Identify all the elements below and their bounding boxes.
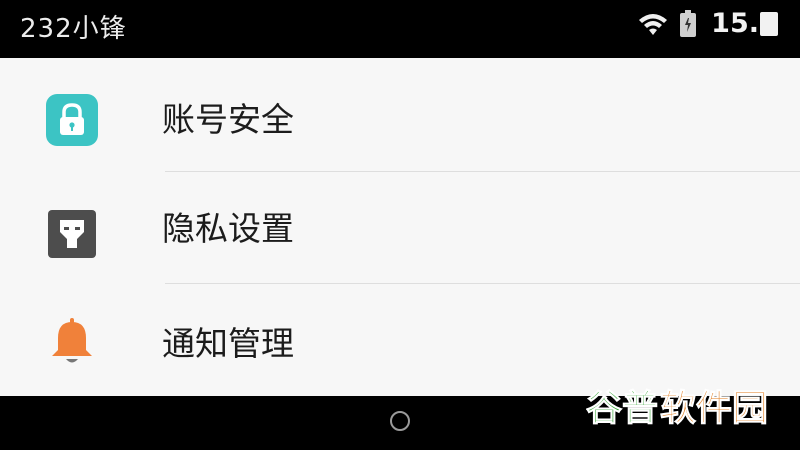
clock: 15. — [711, 8, 759, 39]
svg-text:软件园: 软件园 — [660, 388, 768, 429]
settings-item-label: 账号安全 — [162, 100, 294, 139]
settings-item-label: 隐私设置 — [162, 209, 294, 248]
home-circle-icon[interactable] — [390, 411, 410, 431]
svg-text:谷普: 谷普 — [586, 388, 658, 429]
settings-list: 账号安全 隐私设置 通知管理 — [0, 58, 800, 396]
wifi-icon — [639, 14, 668, 35]
battery-icon — [680, 10, 697, 37]
settings-item-label: 通知管理 — [162, 324, 294, 363]
privacy-shield-icon — [48, 210, 96, 258]
carrier-name: 232小锋 — [20, 14, 127, 44]
bell-icon — [52, 318, 92, 363]
lock-icon — [46, 94, 98, 146]
status-icons: 15. — [637, 8, 778, 40]
settings-item-privacy[interactable]: 隐私设置 — [0, 172, 800, 284]
status-bar: 232小锋 15. — [0, 0, 800, 58]
watermark-logo: 谷普 软件园 — [586, 388, 769, 430]
clock-overlay-box — [760, 12, 778, 36]
phone-screen: 232小锋 15. 账号安全 隐私设置 通知管理 谷普 软件园 — [0, 0, 800, 450]
settings-item-account-security[interactable]: 账号安全 — [0, 58, 800, 172]
